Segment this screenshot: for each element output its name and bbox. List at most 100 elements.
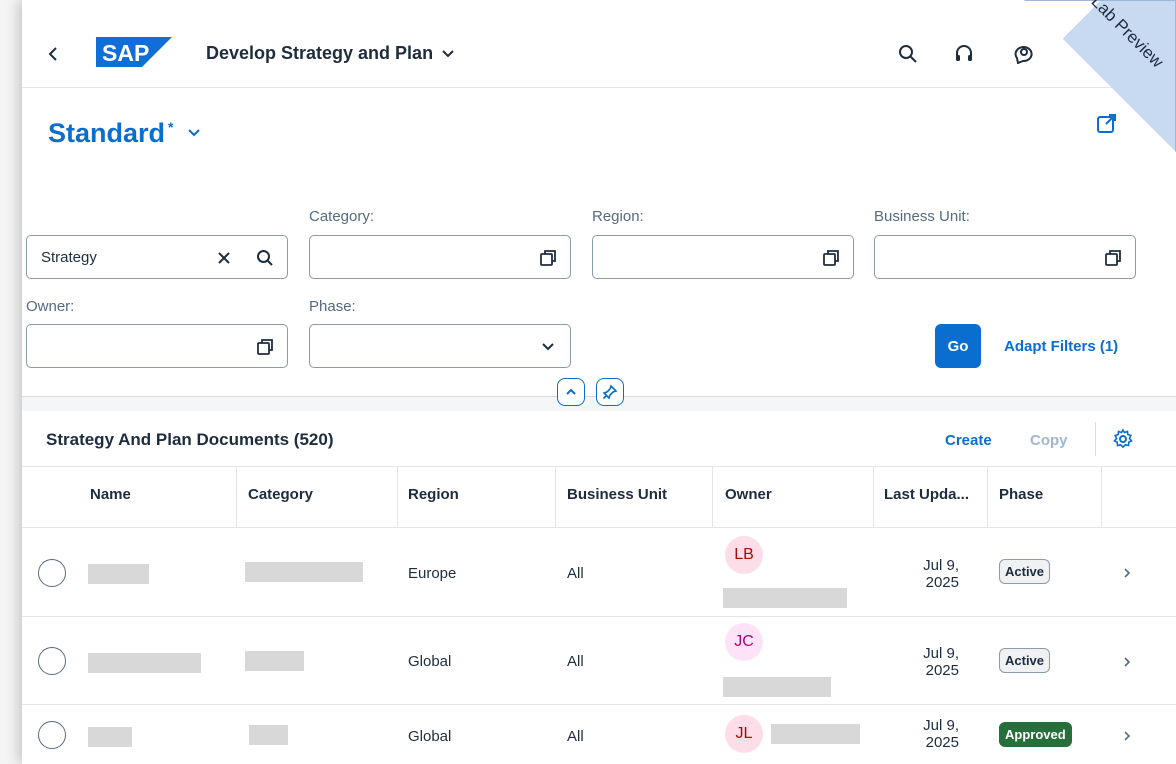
variant-selector[interactable]: Standard * bbox=[48, 118, 201, 149]
adapt-filters-button[interactable]: Adapt Filters (1) bbox=[1004, 338, 1118, 355]
app-frame: SAP Develop Strategy and Plan Standard *… bbox=[22, 0, 1176, 764]
table-title: Strategy And Plan Documents (520) bbox=[46, 430, 334, 449]
row-select-radio[interactable] bbox=[38, 721, 66, 749]
collapse-header-button[interactable] bbox=[557, 378, 585, 406]
status-badge: Active bbox=[999, 559, 1051, 584]
date-line: 2025 bbox=[925, 574, 959, 591]
go-button[interactable]: Go bbox=[935, 324, 981, 368]
status-badge: Active bbox=[999, 648, 1051, 673]
value-help-icon[interactable] bbox=[254, 336, 276, 358]
column-header-business-unit[interactable]: Business Unit bbox=[567, 486, 667, 503]
search-value: Strategy bbox=[41, 249, 97, 266]
pin-header-button[interactable] bbox=[596, 378, 624, 406]
column-header-region[interactable]: Region bbox=[408, 486, 459, 503]
shell-bar: SAP Develop Strategy and Plan bbox=[22, 18, 1176, 88]
back-button[interactable] bbox=[40, 40, 66, 68]
redacted-name bbox=[88, 564, 149, 584]
column-header-owner[interactable]: Owner bbox=[725, 486, 772, 503]
row-select-radio[interactable] bbox=[38, 647, 66, 675]
value-help-icon[interactable] bbox=[1102, 247, 1124, 269]
business-unit-cell: All bbox=[567, 728, 584, 745]
table-row[interactable]: Global All JL Jul 9, 2025 Approved bbox=[22, 705, 1176, 764]
category-input[interactable] bbox=[309, 235, 571, 279]
column-separator bbox=[555, 466, 556, 528]
redacted-name bbox=[88, 727, 132, 747]
last-updated-cell: Jul 9, 2025 bbox=[889, 645, 959, 679]
date-line: 2025 bbox=[925, 662, 959, 679]
column-separator bbox=[712, 466, 713, 528]
table-row[interactable]: Europe All LB Jul 9, 2025 Active bbox=[22, 528, 1176, 617]
owner-label: Owner: bbox=[26, 298, 75, 315]
sap-logo[interactable]: SAP bbox=[96, 37, 172, 67]
chevron-down-icon bbox=[442, 49, 454, 57]
column-separator bbox=[236, 466, 237, 528]
region-label: Region: bbox=[592, 208, 644, 225]
owner-input[interactable] bbox=[26, 324, 288, 368]
phase-label: Phase: bbox=[309, 298, 356, 315]
status-badge: Approved bbox=[999, 722, 1072, 747]
app-title-menu[interactable]: Develop Strategy and Plan bbox=[206, 43, 455, 64]
last-updated-cell: Jul 9, 2025 bbox=[889, 557, 959, 591]
row-select-radio[interactable] bbox=[38, 559, 66, 587]
region-cell: Europe bbox=[408, 565, 457, 582]
table-row[interactable]: Global All JC Jul 9, 2025 Active bbox=[22, 617, 1176, 705]
redacted-owner bbox=[771, 724, 860, 744]
table-settings-button[interactable] bbox=[1112, 428, 1134, 450]
phase-select[interactable] bbox=[309, 324, 571, 368]
region-input[interactable] bbox=[592, 235, 854, 279]
variant-name: Standard bbox=[48, 118, 166, 148]
clear-icon[interactable] bbox=[213, 247, 235, 269]
chevron-right-icon[interactable] bbox=[1120, 566, 1134, 580]
redacted-category bbox=[245, 651, 304, 671]
column-header-name[interactable]: Name bbox=[90, 486, 131, 503]
logo-text: SAP bbox=[102, 40, 149, 66]
chevron-left-icon bbox=[48, 47, 57, 61]
joule-button[interactable] bbox=[1010, 40, 1038, 68]
copy-button[interactable]: Copy bbox=[1030, 432, 1068, 449]
search-icon bbox=[899, 45, 917, 63]
column-header-category[interactable]: Category bbox=[248, 486, 313, 503]
toolbar-separator bbox=[1095, 422, 1096, 456]
region-cell: Global bbox=[408, 728, 452, 745]
business-unit-cell: All bbox=[567, 565, 584, 582]
value-help-icon[interactable] bbox=[537, 247, 559, 269]
redacted-category bbox=[245, 562, 363, 582]
app-title: Develop Strategy and Plan bbox=[206, 43, 434, 63]
create-button[interactable]: Create bbox=[945, 432, 992, 449]
column-separator bbox=[397, 466, 398, 528]
column-separator bbox=[1101, 466, 1102, 528]
avatar[interactable]: JL bbox=[725, 715, 763, 753]
gear-icon bbox=[1113, 428, 1133, 449]
chevron-right-icon[interactable] bbox=[1120, 655, 1134, 669]
date-line: Jul 9, bbox=[923, 557, 959, 574]
redacted-name bbox=[88, 653, 201, 673]
share-button[interactable] bbox=[1096, 112, 1118, 134]
last-updated-cell: Jul 9, 2025 bbox=[889, 717, 959, 751]
column-separator bbox=[873, 466, 874, 528]
business-unit-input[interactable] bbox=[874, 235, 1136, 279]
avatar[interactable]: LB bbox=[725, 536, 763, 574]
column-separator bbox=[987, 466, 988, 528]
date-line: Jul 9, bbox=[923, 645, 959, 662]
redacted-owner bbox=[723, 677, 831, 697]
headset-icon bbox=[956, 45, 972, 61]
share-icon bbox=[1097, 114, 1116, 133]
column-header-last-updated[interactable]: Last Upda... bbox=[884, 486, 969, 503]
redacted-owner bbox=[723, 588, 847, 608]
chevron-down-icon bbox=[187, 125, 201, 141]
value-help-icon[interactable] bbox=[820, 247, 842, 269]
chat-bot-icon bbox=[1014, 46, 1033, 64]
search-input[interactable]: Strategy bbox=[26, 235, 288, 279]
category-label: Category: bbox=[309, 208, 375, 225]
region-cell: Global bbox=[408, 653, 452, 670]
help-button[interactable] bbox=[950, 40, 978, 68]
column-header-phase[interactable]: Phase bbox=[999, 486, 1043, 503]
chevron-right-icon[interactable] bbox=[1120, 729, 1134, 743]
chevron-down-icon[interactable] bbox=[537, 336, 559, 358]
avatar[interactable]: JC bbox=[725, 623, 763, 661]
search-icon[interactable] bbox=[254, 247, 276, 269]
redacted-category bbox=[249, 725, 288, 745]
date-line: Jul 9, bbox=[923, 717, 959, 734]
search-button[interactable] bbox=[894, 40, 922, 68]
pin-icon bbox=[602, 384, 618, 400]
